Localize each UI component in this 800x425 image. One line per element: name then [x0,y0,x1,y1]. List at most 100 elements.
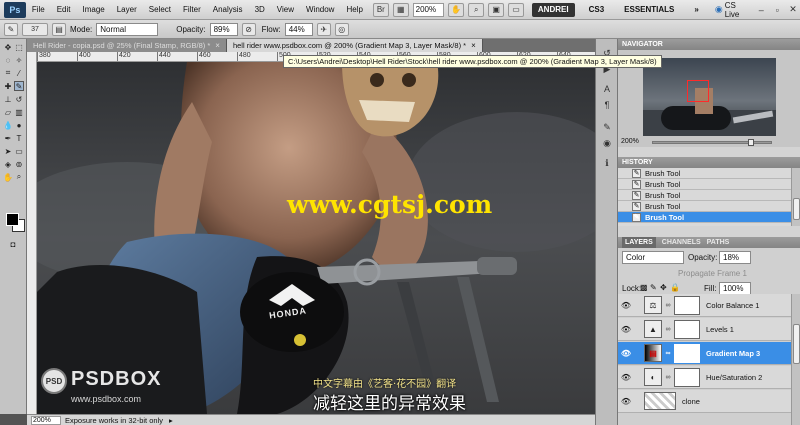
arrange-icon[interactable]: ▣ [488,2,505,17]
layer-mask-thumbnail[interactable] [674,319,700,339]
screen-mode-icon[interactable]: ▭ [508,2,524,17]
navigator-panel-header[interactable]: NAVIGATOR [618,39,800,50]
close-icon[interactable]: ✕ [786,4,800,16]
history-scroll-thumb[interactable] [793,198,800,220]
layer-row[interactable]: 👁 ⚖ ∞ Color Balance 1 [618,294,791,317]
menu-help[interactable]: Help [340,5,368,14]
tab-channels[interactable]: CHANNELS [662,239,701,246]
history-item[interactable]: ✎ Brush Tool [618,201,791,212]
history-item[interactable]: ✎ Brush Tool [618,168,791,179]
layer-row[interactable]: 👁 ◐ ∞ Hue/Saturation 2 [618,366,791,389]
layer-mask-thumbnail[interactable] [674,367,700,387]
foreground-color-swatch[interactable] [6,213,19,226]
lock-image-icon[interactable]: ✎ [650,283,657,292]
navigator-view-box[interactable] [687,80,709,102]
menu-edit[interactable]: Edit [51,5,77,14]
tablet-pressure-size-icon[interactable]: ◎ [334,22,349,36]
marquee-tool-icon[interactable]: ⬚ [14,42,24,52]
blur-tool-icon[interactable]: 💧 [3,120,13,130]
mask-link-icon[interactable]: ∞ [664,302,672,309]
blend-mode-select[interactable]: Color [622,251,684,264]
tab-paths[interactable]: PATHS [707,239,730,246]
workspace-essentials[interactable]: ESSENTIALS [618,3,680,17]
navigator-zoom-handle[interactable] [748,139,754,146]
eraser-tool-icon[interactable]: ▱ [3,107,13,117]
workspace-more[interactable]: » [688,3,704,17]
path-selection-tool-icon[interactable]: ➤ [3,146,13,156]
status-zoom-field[interactable]: 200% [31,415,61,425]
brushes-panel-icon[interactable]: ✎ [601,121,613,133]
lock-all-icon[interactable]: 🔒 [670,283,680,292]
minimize-icon[interactable]: – [754,4,768,16]
opacity-field[interactable]: 89% [209,22,238,36]
tablet-pressure-opacity-icon[interactable]: ⊘ [241,22,256,36]
hand-tool-icon[interactable]: ✋ [3,172,13,182]
history-item-selected[interactable]: ✎ Brush Tool [618,212,791,223]
navigator-zoom-value[interactable]: 200% [621,138,639,145]
navigator-zoom-slider[interactable] [652,139,772,146]
mode-select[interactable]: Normal [96,22,159,36]
visibility-eye-icon[interactable]: 👁 [620,395,632,407]
status-arrow-icon[interactable]: ▸ [169,416,173,425]
history-brush-tool-icon[interactable]: ↺ [14,94,24,104]
close-tab-icon[interactable]: × [215,41,220,50]
crop-tool-icon[interactable]: ⌗ [3,68,13,78]
dodge-tool-icon[interactable]: ● [14,120,24,130]
menu-image[interactable]: Image [77,5,111,14]
maximize-icon[interactable]: ▫ [770,4,784,16]
clone-stamp-tool-icon[interactable]: ⊥ [3,94,13,104]
lasso-tool-icon[interactable]: ◌ [3,55,13,65]
layers-scrollbar[interactable] [791,294,800,425]
history-scrollbar[interactable] [791,168,800,226]
menu-view[interactable]: View [271,5,300,14]
visibility-eye-icon[interactable]: 👁 [620,347,632,359]
bridge-icon[interactable]: Br [372,2,389,17]
3d-rotate-tool-icon[interactable]: ◈ [3,159,13,169]
close-tab-icon[interactable]: × [471,41,476,50]
layer-opacity-field[interactable]: 18% [719,251,751,264]
hand-icon[interactable]: ✋ [448,2,465,17]
zoom-tool-icon[interactable]: ⌕ [14,172,24,182]
flow-field[interactable]: 44% [284,22,313,36]
layer-mask-thumbnail[interactable] [674,295,700,315]
mini-bridge-icon[interactable]: ▦ [392,2,409,17]
tab-layers[interactable]: LAYERS [622,237,656,248]
history-item[interactable]: ✎ Brush Tool [618,179,791,190]
visibility-eye-icon[interactable]: 👁 [620,299,632,311]
propagate-frame-checkbox[interactable]: Propagate Frame 1 [678,269,747,278]
menu-window[interactable]: Window [300,5,340,14]
menu-file[interactable]: File [26,5,51,14]
layers-scroll-thumb[interactable] [793,324,800,364]
document-canvas[interactable]: www.cgtsj.com HONDA PSD PSDBOX www.psdbo… [37,62,595,414]
type-tool-icon[interactable]: T [14,133,24,143]
cs-live-button[interactable]: ◉ CS Live [715,1,753,19]
character-panel-icon[interactable]: A [601,83,613,95]
mask-link-icon[interactable]: ∞ [664,350,672,357]
info-panel-icon[interactable]: ℹ [601,157,613,169]
history-panel-header[interactable]: HISTORY [618,157,800,168]
visibility-eye-icon[interactable]: 👁 [620,323,632,335]
move-tool-icon[interactable]: ✥ [3,42,13,52]
shape-tool-icon[interactable]: ▭ [14,146,24,156]
3d-orbit-tool-icon[interactable]: ⊚ [14,159,24,169]
layer-thumbnail[interactable] [644,392,676,410]
lock-transparent-icon[interactable]: ▩ [640,283,648,292]
layer-row[interactable]: 👁 ▲ ∞ Levels 1 [618,318,791,341]
brush-size-picker[interactable]: 37 [22,22,48,36]
menu-filter[interactable]: Filter [177,5,207,14]
menu-analysis[interactable]: Analysis [207,5,249,14]
mask-link-icon[interactable]: ∞ [664,326,672,333]
menu-layer[interactable]: Layer [111,5,143,14]
gradient-tool-icon[interactable]: ▥ [14,107,24,117]
tab-hell-rider-psdbox[interactable]: hell rider www.psdbox.com @ 200% (Gradie… [226,39,483,52]
tab-hell-rider-copia[interactable]: Hell Rider - copia.psd @ 25% (Final Stam… [27,39,227,52]
mask-link-icon[interactable]: ∞ [664,374,672,381]
menu-3d[interactable]: 3D [249,5,271,14]
workspace-cs3[interactable]: CS3 [583,3,611,17]
layer-row[interactable]: 👁 clone [618,390,791,413]
quick-select-tool-icon[interactable]: ✧ [14,55,24,65]
menu-select[interactable]: Select [143,5,177,14]
eyedropper-tool-icon[interactable]: ⁄ [14,68,24,78]
zoom-tool-icon[interactable]: ⌕ [468,2,485,17]
zoom-level-field[interactable]: 200% [412,2,445,17]
